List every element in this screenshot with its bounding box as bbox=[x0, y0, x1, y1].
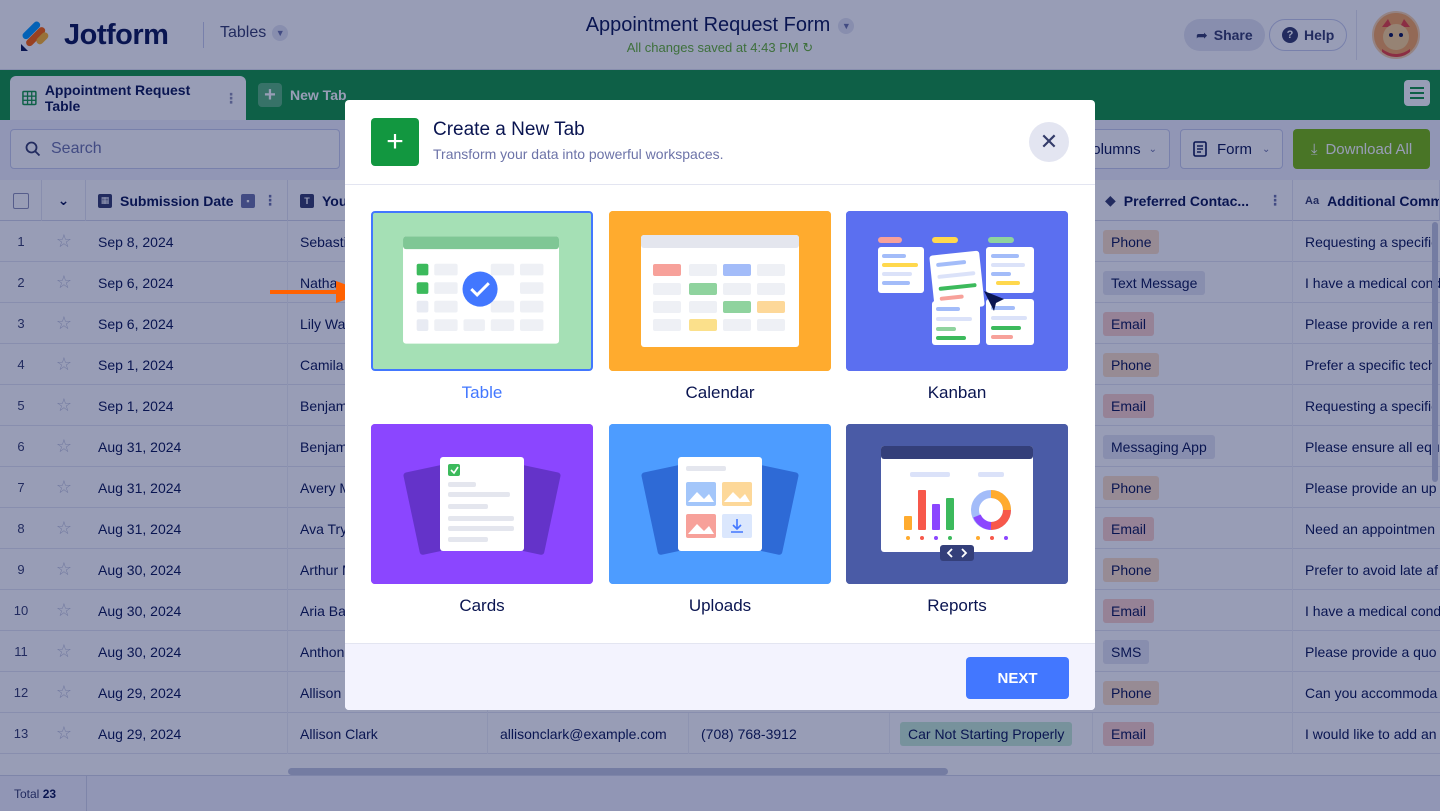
tab-option-label: Table bbox=[461, 383, 503, 402]
create-new-tab-modal: + Create a New Tab Transform your data i… bbox=[345, 100, 1095, 710]
calendar-illustration bbox=[609, 211, 831, 371]
modal-footer: NEXT bbox=[345, 643, 1095, 710]
reports-illustration bbox=[846, 424, 1068, 584]
tab-option-label: Calendar bbox=[685, 383, 755, 402]
tab-option-kanban[interactable] bbox=[846, 211, 1068, 371]
table-illustration bbox=[373, 213, 591, 369]
tab-option-label: Reports bbox=[927, 596, 987, 615]
tab-option-label: Kanban bbox=[927, 383, 987, 402]
uploads-illustration bbox=[609, 424, 831, 584]
modal-header: + Create a New Tab Transform your data i… bbox=[345, 100, 1095, 185]
tab-option-label: Uploads bbox=[688, 596, 752, 615]
kanban-illustration bbox=[846, 211, 1068, 371]
plus-icon: + bbox=[371, 118, 419, 166]
tab-option-uploads[interactable] bbox=[609, 424, 831, 584]
next-button[interactable]: NEXT bbox=[966, 657, 1069, 699]
tab-option-calendar[interactable] bbox=[609, 211, 831, 371]
tab-option-cards[interactable] bbox=[371, 424, 593, 584]
cards-illustration bbox=[371, 424, 593, 584]
tab-option-label: Cards bbox=[459, 596, 505, 615]
modal-title: Create a New Tab bbox=[433, 119, 585, 140]
modal-subtitle: Transform your data into powerful worksp… bbox=[433, 146, 724, 162]
tab-option-reports[interactable] bbox=[846, 424, 1068, 584]
tab-option-table[interactable] bbox=[371, 211, 593, 371]
close-icon[interactable]: ✕ bbox=[1029, 122, 1069, 162]
